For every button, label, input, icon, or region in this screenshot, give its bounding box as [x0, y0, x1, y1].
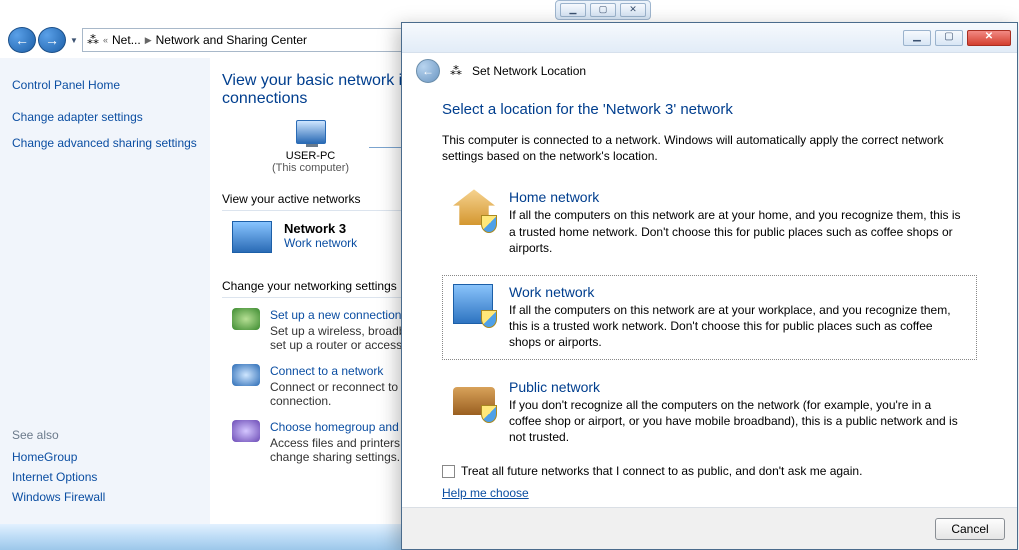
dialog-title: Set Network Location	[472, 64, 586, 78]
crumb-sep-icon: «	[103, 35, 108, 45]
bg-close-button[interactable]: ✕	[620, 3, 646, 17]
dialog-footer: Cancel	[402, 507, 1017, 549]
option-desc: If all the computers on this network are…	[509, 302, 966, 351]
chevron-right-icon[interactable]: ▶	[145, 35, 152, 46]
dialog-maximize-button[interactable]: ▢	[935, 30, 963, 46]
active-network-type-link[interactable]: Work network	[284, 236, 357, 250]
homegroup-icon	[232, 420, 260, 442]
home-icon	[453, 189, 495, 231]
map-node-this-pc[interactable]: USER-PC (This computer)	[272, 120, 349, 174]
bench-icon	[453, 379, 495, 421]
nav-history-dropdown[interactable]: ▼	[68, 36, 80, 45]
help-me-choose-link[interactable]: Help me choose	[442, 486, 529, 500]
shield-icon	[481, 310, 497, 328]
treat-public-label[interactable]: Treat all future networks that I connect…	[461, 464, 862, 478]
dialog-content: Select a location for the 'Network 3' ne…	[402, 89, 1017, 507]
dialog-titlebar[interactable]: ▁ ▢ ✕	[402, 23, 1017, 53]
dialog-close-button[interactable]: ✕	[967, 30, 1011, 46]
computer-icon	[296, 120, 326, 144]
option-work-network[interactable]: Work network If all the computers on thi…	[442, 275, 977, 360]
option-desc: If all the computers on this network are…	[509, 207, 966, 256]
bg-caption-buttons: ▁ ▢ ✕	[555, 0, 651, 20]
shield-icon	[481, 215, 497, 233]
dialog-minimize-button[interactable]: ▁	[903, 30, 931, 46]
breadcrumb-1[interactable]: Net...	[112, 33, 141, 47]
option-desc: If you don't recognize all the computers…	[509, 397, 966, 446]
option-home-network[interactable]: Home network If all the computers on thi…	[442, 180, 977, 265]
option-title: Public network	[509, 379, 966, 395]
sidebar-change-adapter[interactable]: Change adapter settings	[12, 110, 198, 124]
dialog-header: ← ⁂ Set Network Location	[402, 53, 1017, 89]
active-network-name: Network 3	[284, 221, 357, 236]
option-title: Home network	[509, 189, 966, 205]
node-label: USER-PC	[286, 150, 336, 162]
cancel-button[interactable]: Cancel	[935, 518, 1005, 540]
treat-public-row: Treat all future networks that I connect…	[442, 464, 977, 478]
office-building-icon	[453, 284, 495, 326]
nav-back-button[interactable]: ←	[8, 27, 36, 53]
dialog-back-button[interactable]: ←	[416, 59, 440, 83]
bg-maximize-button[interactable]: ▢	[590, 3, 616, 17]
dialog-intro: This computer is connected to a network.…	[442, 132, 977, 164]
bg-minimize-button[interactable]: ▁	[560, 3, 586, 17]
network-sharing-icon: ⁂	[87, 33, 99, 47]
treat-public-checkbox[interactable]	[442, 465, 455, 478]
network-location-icon: ⁂	[450, 64, 462, 78]
see-also-homegroup[interactable]: HomeGroup	[12, 450, 198, 464]
dialog-heading: Select a location for the 'Network 3' ne…	[442, 101, 977, 118]
see-also-windows-firewall[interactable]: Windows Firewall	[12, 490, 198, 504]
sidebar-advanced-sharing[interactable]: Change advanced sharing settings	[12, 136, 198, 150]
shield-icon	[481, 405, 497, 423]
node-sublabel: (This computer)	[272, 162, 349, 174]
see-also-heading: See also	[12, 428, 198, 442]
option-title: Work network	[509, 284, 966, 300]
breadcrumb-2[interactable]: Network and Sharing Center	[156, 33, 307, 47]
see-also-internet-options[interactable]: Internet Options	[12, 470, 198, 484]
option-public-network[interactable]: Public network If you don't recognize al…	[442, 370, 977, 455]
connect-network-icon	[232, 364, 260, 386]
setup-connection-icon	[232, 308, 260, 330]
network-building-icon	[232, 221, 272, 253]
sidebar-control-panel-home[interactable]: Control Panel Home	[12, 78, 198, 92]
nav-forward-button[interactable]: →	[38, 27, 66, 53]
control-panel-sidebar: Control Panel Home Change adapter settin…	[0, 58, 210, 524]
set-network-location-dialog: ▁ ▢ ✕ ← ⁂ Set Network Location Select a …	[401, 22, 1018, 550]
